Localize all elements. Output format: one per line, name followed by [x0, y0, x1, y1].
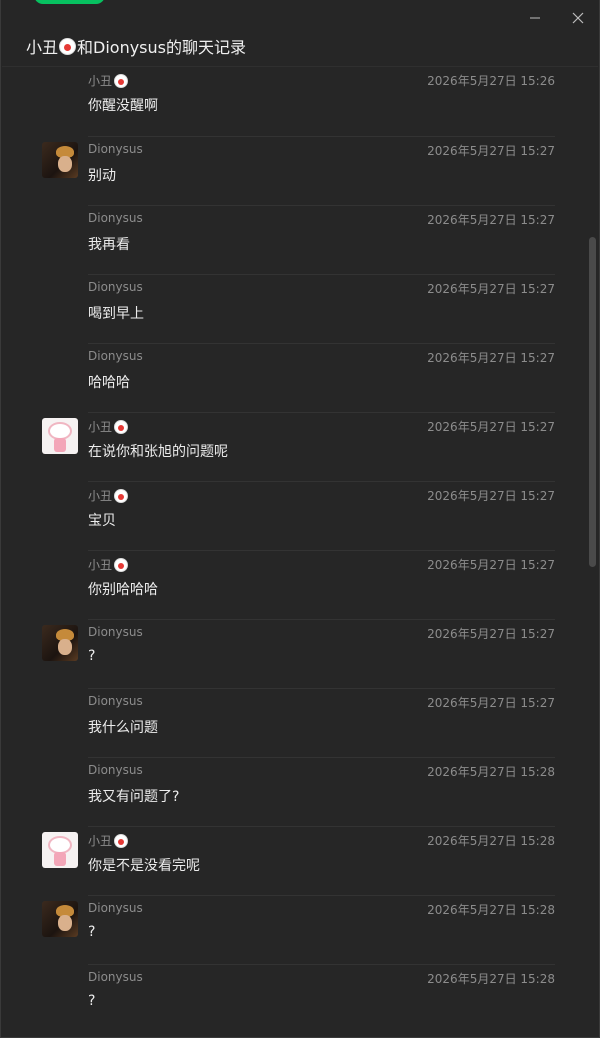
message-row[interactable]: Dionysus 2026年5月27日 15:27 我什么问题 [88, 688, 555, 757]
message-row[interactable]: Dionysus 2026年5月27日 15:27 喝到早上 [88, 274, 555, 343]
message-text: 我又有问题了? [88, 789, 180, 805]
close-button[interactable] [564, 6, 592, 30]
sender-name: Dionysus [88, 625, 143, 639]
sender-name: Dionysus [88, 280, 143, 294]
message-text: ? [88, 648, 96, 664]
message-timestamp: 2026年5月27日 15:27 [427, 282, 555, 296]
avatar[interactable] [42, 901, 78, 937]
sender-name: 小丑 [88, 834, 113, 848]
minimize-button[interactable] [521, 6, 549, 30]
message-timestamp: 2026年5月27日 15:27 [427, 144, 555, 158]
avatar[interactable] [42, 832, 78, 868]
message-text: ? [88, 993, 96, 1009]
sender-name: 小丑 [88, 74, 113, 88]
avatar[interactable] [42, 418, 78, 454]
message-row[interactable]: 小丑 2026年5月27日 15:26 你醒没醒啊 [88, 67, 555, 136]
message-row[interactable]: Dionysus 2026年5月27日 15:28? [88, 964, 555, 1033]
message-timestamp: 2026年5月27日 15:26 [427, 74, 555, 88]
message-sender: Dionysus [88, 970, 143, 984]
sender-name: 小丑 [88, 420, 113, 434]
message-row[interactable]: 小丑 2026年5月27日 15:27 你别哈哈哈 [88, 550, 555, 619]
message-text: 你醒没醒啊 [88, 98, 158, 114]
message-timestamp: 2026年5月27日 15:27 [427, 489, 555, 503]
message-text: 喝到早上 [88, 306, 144, 322]
title-prefix: 小丑 [26, 38, 59, 57]
sender-name: Dionysus [88, 970, 143, 984]
message-timestamp: 2026年5月27日 15:28 [427, 834, 555, 848]
clown-emoji-icon [114, 488, 129, 503]
message-row[interactable]: Dionysus 2026年5月27日 15:28? [42, 895, 555, 964]
message-sender: Dionysus [88, 625, 143, 639]
message-sender: 小丑 [88, 418, 130, 435]
message-list[interactable]: 小丑 2026年5月27日 15:26 你醒没醒啊 Dionysus 2026年5月27… [1, 67, 585, 1037]
message-row[interactable]: 小丑 2026年5月27日 15:28 你是不是没看完呢 [42, 826, 555, 895]
message-text: 我再看 [88, 237, 130, 253]
message-row[interactable]: Dionysus 2026年5月27日 15:28 我又有问题了? [88, 757, 555, 826]
message-timestamp: 2026年5月27日 15:27 [427, 696, 555, 710]
clown-emoji-icon [114, 73, 129, 88]
sender-name: 小丑 [88, 558, 113, 572]
message-row[interactable]: Dionysus 2026年5月27日 15:27 哈哈哈 [88, 343, 555, 412]
sender-name: Dionysus [88, 763, 143, 777]
message-text: 我什么问题 [88, 720, 158, 736]
clown-emoji-icon [114, 419, 129, 434]
clown-emoji-icon [114, 557, 129, 572]
message-text: 哈哈哈 [88, 375, 130, 391]
green-tab-indicator [34, 0, 105, 4]
sender-name: Dionysus [88, 211, 143, 225]
sender-name: Dionysus [88, 901, 143, 915]
message-row[interactable]: Dionysus 2026年5月27日 15:27 别动 [42, 136, 555, 205]
sender-name: 小丑 [88, 489, 113, 503]
message-sender: Dionysus [88, 763, 143, 777]
message-sender: Dionysus [88, 211, 143, 225]
message-text: 别动 [88, 168, 116, 184]
message-text: ? [88, 924, 96, 940]
scrollbar-thumb[interactable] [589, 237, 596, 567]
message-sender: 小丑 [88, 556, 130, 573]
sender-name: Dionysus [88, 694, 143, 708]
message-row[interactable]: 小丑 2026年5月27日 15:27 宝贝 [88, 481, 555, 550]
message-text: 在说你和张旭的问题呢 [88, 444, 228, 460]
clown-emoji-icon [59, 37, 77, 55]
message-timestamp: 2026年5月27日 15:27 [427, 351, 555, 365]
message-row[interactable]: Dionysus 2026年5月27日 15:27 我再看 [88, 205, 555, 274]
title-suffix: 和Dionysus的聊天记录 [77, 38, 246, 57]
message-timestamp: 2026年5月27日 15:27 [427, 213, 555, 227]
message-sender: 小丑 [88, 487, 130, 504]
chat-history-window: 小丑 和Dionysus的聊天记录 小丑 2026年5月27日 15:26 你醒没醒… [0, 0, 600, 1038]
message-timestamp: 2026年5月27日 15:28 [427, 903, 555, 917]
message-timestamp: 2026年5月27日 15:27 [427, 420, 555, 434]
close-icon [572, 12, 584, 24]
message-timestamp: 2026年5月27日 15:28 [427, 765, 555, 779]
message-timestamp: 2026年5月27日 15:27 [427, 558, 555, 572]
sender-name: Dionysus [88, 349, 143, 363]
message-timestamp: 2026年5月27日 15:28 [427, 972, 555, 986]
minimize-icon [530, 17, 540, 19]
message-sender: Dionysus [88, 349, 143, 363]
message-text: 你是不是没看完呢 [88, 858, 200, 874]
avatar[interactable] [42, 142, 78, 178]
message-sender: Dionysus [88, 280, 143, 294]
clown-emoji-icon [114, 833, 129, 848]
message-sender: 小丑 [88, 832, 130, 849]
message-text: 你别哈哈哈 [88, 582, 158, 598]
message-text: 宝贝 [88, 513, 116, 529]
message-sender: Dionysus [88, 694, 143, 708]
message-sender: Dionysus [88, 142, 143, 156]
message-timestamp: 2026年5月27日 15:27 [427, 627, 555, 641]
window-title: 小丑 和Dionysus的聊天记录 [26, 34, 246, 58]
message-sender: Dionysus [88, 901, 143, 915]
message-sender: 小丑 [88, 72, 130, 89]
message-row[interactable]: Dionysus 2026年5月27日 15:27? [42, 619, 555, 688]
sender-name: Dionysus [88, 142, 143, 156]
message-row[interactable]: 小丑 2026年5月27日 15:27 在说你和张旭的问题呢 [42, 412, 555, 481]
avatar[interactable] [42, 625, 78, 661]
